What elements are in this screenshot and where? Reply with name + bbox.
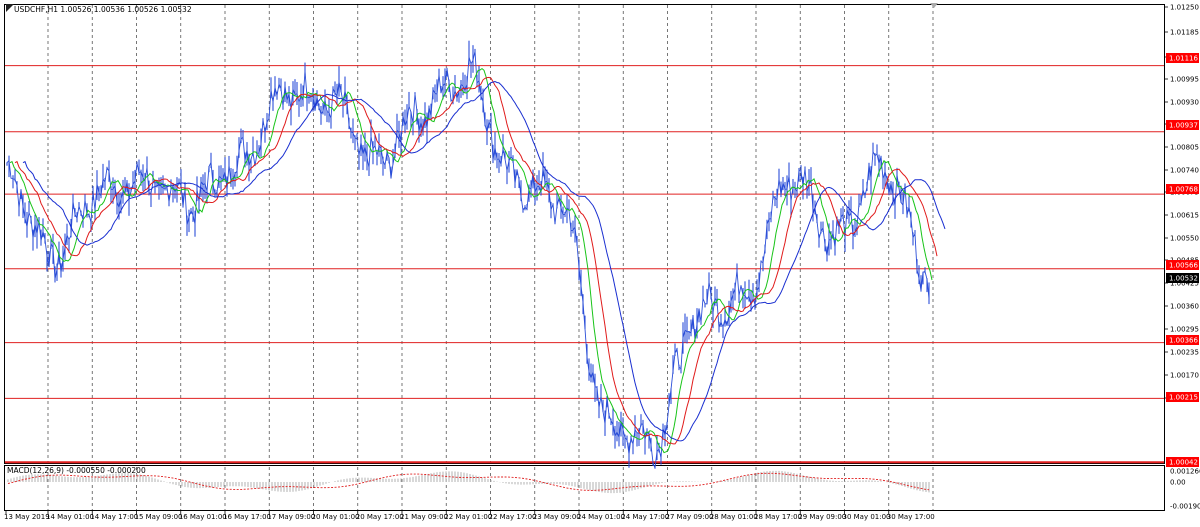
current-price-tag-label: 1.00532 — [1169, 275, 1198, 283]
time-tick-label: 17 May 09:00 — [267, 513, 315, 521]
time-tick-label: 21 May 09:00 — [400, 513, 448, 521]
price-chart[interactable]: 1.012501.011851.010601.009951.009301.008… — [0, 0, 1200, 523]
price-tick-label: 1.00235 — [1170, 349, 1199, 357]
price-tick-label: 1.00295 — [1170, 326, 1199, 334]
chart-window[interactable]: 1.012501.011851.010601.009951.009301.008… — [0, 0, 1200, 523]
price-tick-label: 1.00995 — [1170, 76, 1199, 84]
symbol-title: USDCHF,H1 1.00526 1.00536 1.00526 1.0053… — [14, 5, 192, 14]
time-tick-label: 16 May 17:00 — [223, 513, 271, 521]
level-price-tag-label: 1.00215 — [1169, 394, 1198, 402]
time-tick-label: 13 May 2019 — [4, 513, 50, 521]
price-tick-label: 1.01185 — [1170, 29, 1199, 37]
price-tick-label: 1.00615 — [1170, 212, 1199, 220]
price-tick-label: 1.00805 — [1170, 144, 1199, 152]
price-tick-label: 1.01250 — [1170, 4, 1199, 12]
level-price-tag-label: 1.00937 — [1169, 122, 1198, 130]
time-tick-label: 30 May 01:00 — [843, 513, 891, 521]
macd-scale-label: -0.001906 — [1170, 503, 1200, 511]
time-tick-label: 16 May 01:00 — [179, 513, 227, 521]
time-tick-label: 30 May 17:00 — [887, 513, 935, 521]
price-tick-label: 1.00740 — [1170, 167, 1199, 175]
chart-background — [0, 0, 1200, 523]
macd-scale-label: 0.001266 — [1170, 468, 1200, 476]
time-tick-label: 24 May 17:00 — [621, 513, 669, 521]
time-tick-label: 15 May 09:00 — [135, 513, 183, 521]
time-tick-label: 28 May 17:00 — [754, 513, 802, 521]
price-tick-label: 1.00170 — [1170, 372, 1199, 380]
time-tick-label: 23 May 09:00 — [533, 513, 581, 521]
time-tick-label: 22 May 01:00 — [444, 513, 492, 521]
price-tick-label: 1.00930 — [1170, 99, 1199, 107]
level-price-tag-label: 1.00042 — [1169, 459, 1198, 467]
time-tick-label: 24 May 01:00 — [577, 513, 625, 521]
level-price-tag-label: 1.00768 — [1169, 186, 1198, 194]
macd-scale-label: 0.00 — [1170, 479, 1186, 487]
time-tick-label: 20 May 17:00 — [356, 513, 404, 521]
level-price-tag-label: 1.00366 — [1169, 337, 1198, 345]
time-tick-label: 14 May 17:00 — [90, 513, 138, 521]
time-tick-label: 20 May 01:00 — [312, 513, 360, 521]
price-tick-label: 1.00360 — [1170, 303, 1199, 311]
time-tick-label: 29 May 09:00 — [798, 513, 846, 521]
macd-title: MACD(12,26,9) -0.000550 -0.000200 — [7, 466, 146, 475]
time-tick-label: 22 May 17:00 — [489, 513, 537, 521]
time-tick-label: 28 May 01:00 — [710, 513, 758, 521]
time-tick-label: 14 May 01:00 — [46, 513, 94, 521]
level-price-tag-label: 1.00566 — [1169, 262, 1198, 270]
level-price-tag-label: 1.01116 — [1169, 55, 1198, 63]
price-tick-label: 1.00550 — [1170, 235, 1199, 243]
time-tick-label: 27 May 09:00 — [666, 513, 714, 521]
